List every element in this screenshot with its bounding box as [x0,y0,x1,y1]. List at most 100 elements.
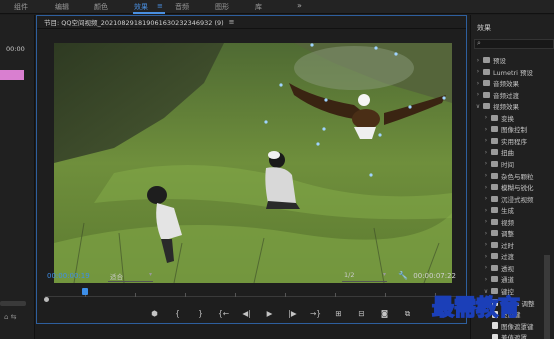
clip-label-swatch[interactable] [0,70,24,80]
effect-folder[interactable]: › 通道 [483,274,514,285]
ruler-tick [235,293,236,297]
go-to-in-icon[interactable]: {← [212,308,235,320]
effect-folder[interactable]: › 预设 [475,55,506,66]
zoom-fit-select[interactable]: 适合 ▾ [108,271,153,282]
effect-label: 生成 [501,207,514,216]
chevron-right-icon[interactable]: › [483,207,489,214]
comparison-view-icon[interactable]: ⧉ [396,308,419,320]
monitor-time-ruler[interactable] [45,287,460,297]
more-workspaces-icon[interactable]: » [297,1,302,10]
play-icon[interactable]: ▶ [258,308,281,320]
effect-folder[interactable]: › Lumetri 预设 [475,67,533,77]
go-to-out-icon[interactable]: →} [304,308,327,320]
effect-folder[interactable]: › 实用程序 [483,136,527,146]
effect-folder[interactable]: › 过渡 [483,251,514,262]
lift-icon[interactable]: ⊞ [327,308,350,320]
effect-item[interactable]: 差值遮罩 [491,332,527,339]
chevron-right-icon[interactable]: › [483,160,489,167]
effect-folder[interactable]: › 视频 [483,217,514,227]
current-timecode[interactable]: 00:00:00:19 [47,272,90,280]
chevron-right-icon[interactable]: › [483,195,489,202]
monitor-title[interactable]: 节目: QQ空间视频_20210829181906163023234693​2 … [44,17,224,27]
effect-folder[interactable]: ∨ 视频效果 [475,101,519,112]
step-forward-icon[interactable]: |▶ [281,308,304,320]
chevron-right-icon[interactable]: › [483,172,489,179]
effect-folder[interactable]: › 音频过渡 [475,90,519,100]
chevron-right-icon[interactable]: › [483,218,489,225]
mark-in-icon[interactable]: { [166,308,189,320]
folder-icon [483,103,490,110]
transport-controls: ⬢ { } {← ◀| ▶ |▶ →} ⊞ ⊟ ◙ ⧉ [143,308,419,320]
effect-folder[interactable]: › 沉浸式视频 [483,194,534,204]
export-frame-icon[interactable]: ◙ [373,308,396,320]
left-timecode: 00:00 [6,45,25,53]
wrench-icon[interactable]: 🔧 [398,271,408,280]
folder-icon [491,126,498,133]
effect-folder[interactable]: › 时间 [483,159,514,169]
chevron-right-icon[interactable]: › [483,264,489,271]
tab-audio[interactable]: 音频 [175,2,189,12]
effect-folder[interactable]: › 音频效果 [475,78,519,89]
tab-editing[interactable]: 编辑 [55,2,69,12]
chevron-right-icon[interactable]: › [483,230,489,237]
chevron-right-icon[interactable]: › [483,149,489,156]
effect-folder[interactable]: › 透视 [483,263,514,273]
effect-item[interactable]: 图像遮罩键 [491,321,534,331]
effect-folder[interactable]: › 变换 [483,113,514,123]
chevron-right-icon[interactable]: › [483,276,489,283]
playhead[interactable] [82,288,88,295]
folder-icon [491,184,498,191]
effects-search-input[interactable]: ⌕ [474,39,554,49]
effect-folder[interactable]: › 生成 [483,205,514,216]
zoom-scroll-handle[interactable] [44,297,49,302]
chevron-right-icon[interactable]: › [483,114,489,121]
folder-icon [483,91,490,98]
effects-scrollbar[interactable] [544,255,550,339]
effect-label: 模糊与锐化 [501,184,534,193]
chevron-right-icon[interactable]: › [475,68,481,75]
chevron-right-icon[interactable]: › [483,137,489,144]
effect-folder[interactable]: › 扭曲 [483,147,514,158]
effect-label: 杂色与颗粒 [501,172,534,181]
folder-icon [491,114,498,121]
effect-folder[interactable]: › 模糊与锐化 [483,182,534,193]
effect-label: 调整 [501,230,514,239]
tab-libraries[interactable]: 库 [255,2,262,12]
tab-color[interactable]: 颜色 [94,2,108,12]
chevron-right-icon[interactable]: › [483,241,489,248]
effects-panel-title[interactable]: 效果 [477,23,491,33]
source-panel: 00:00 ⌂ ⇆ [0,15,35,339]
step-back-icon[interactable]: ◀| [235,308,258,320]
tab-effects[interactable]: 效果 [134,2,148,12]
effect-folder[interactable]: › 调整 [483,228,514,239]
ruler-tick [285,293,286,297]
ruler-tick [385,293,386,297]
left-scrollbar[interactable] [0,301,26,306]
tab-assembly[interactable]: 组件 [14,2,28,12]
playback-resolution-select[interactable]: 1/2 ▾ [342,271,387,282]
ruler-tick [135,293,136,297]
effect-folder[interactable]: › 过时 [483,240,514,250]
watermark-logo: 最需教育 [431,294,521,322]
chevron-right-icon[interactable]: › [483,126,489,133]
effect-label: 预设 [493,57,506,65]
chevron-right-icon[interactable]: › [475,57,481,64]
monitor-menu-icon[interactable]: ≡ [229,18,235,26]
effect-folder[interactable]: › 图像控制 [483,124,527,135]
effect-folder[interactable]: › 杂色与颗粒 [483,171,534,181]
effect-label: 透视 [501,264,514,273]
chevron-right-icon[interactable]: › [475,91,481,98]
mark-out-icon[interactable]: } [189,308,212,320]
chevron-right-icon[interactable]: › [483,253,489,260]
effect-label: 音频过渡 [493,91,519,100]
add-marker-icon[interactable]: ⬢ [143,308,166,320]
tab-graphics[interactable]: 图形 [215,2,229,12]
video-frame[interactable] [54,43,452,283]
chevron-down-icon[interactable]: ∨ [475,103,481,110]
chevron-right-icon[interactable]: › [483,184,489,191]
tab-effects-menu-icon[interactable]: ≡ [157,2,163,10]
chevron-right-icon[interactable]: › [475,80,481,87]
left-panel-tools-icon[interactable]: ⌂ ⇆ [4,313,17,321]
extract-icon[interactable]: ⊟ [350,308,373,320]
playback-resolution-value: 1/2 [344,271,355,279]
